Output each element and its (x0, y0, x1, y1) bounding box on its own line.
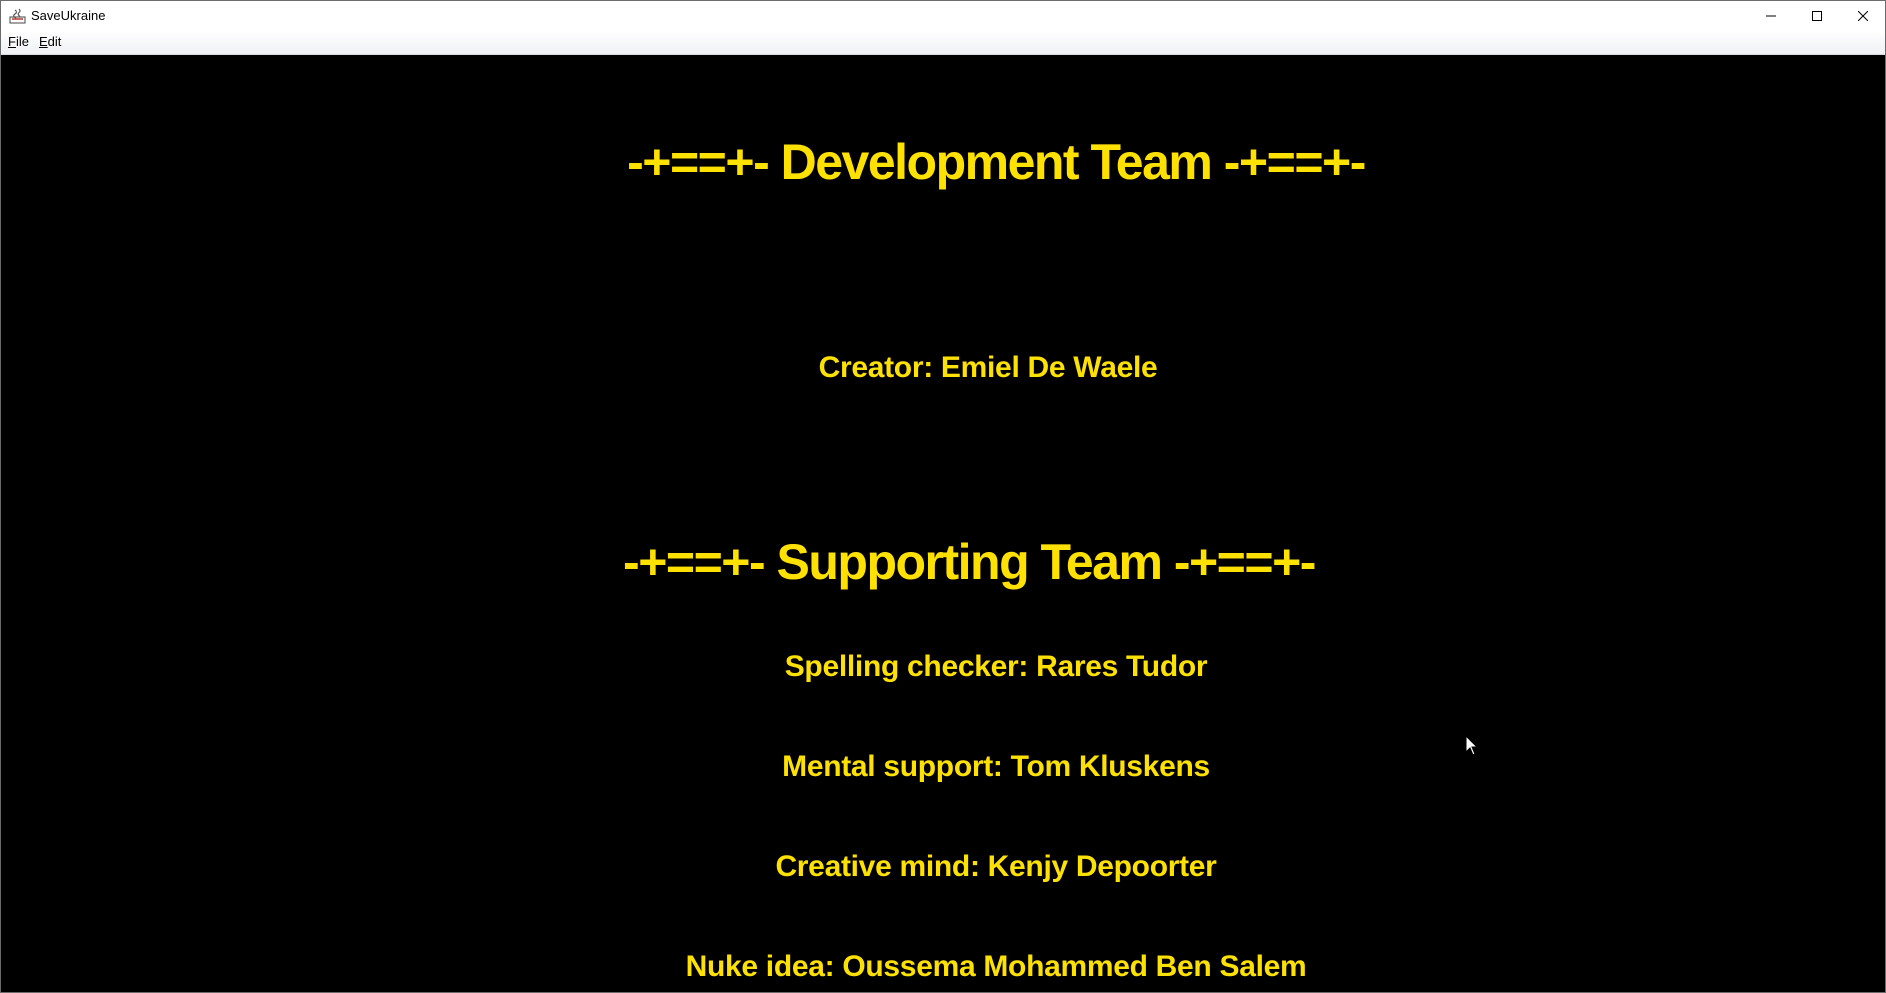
window-title: SaveUkraine (31, 8, 106, 23)
java-app-icon (9, 8, 26, 24)
minimize-icon (1766, 15, 1776, 17)
menu-edit[interactable]: Edit (37, 34, 63, 50)
menu-file[interactable]: File (6, 34, 31, 50)
creator-credit: Creator: Emiel De Waele (818, 351, 1158, 384)
menu-edit-label: dit (47, 34, 62, 49)
development-team-heading: -+==+- Development Team -+==+- (627, 134, 1366, 190)
creative-mind-credit: Creative mind: Kenjy Depoorter (775, 850, 1217, 883)
maximize-button[interactable] (1794, 1, 1840, 31)
maximize-icon (1812, 11, 1822, 21)
menu-bar: File Edit (1, 31, 1885, 55)
title-bar[interactable]: SaveUkraine (1, 1, 1885, 31)
credits-canvas[interactable]: -+==+- Development Team -+==+- Creator: … (1, 55, 1885, 992)
close-button[interactable] (1840, 1, 1885, 31)
menu-file-mnemonic: F (8, 34, 16, 49)
menu-file-label: ile (15, 34, 29, 49)
nuke-idea-credit: Nuke idea: Oussema Mohammed Ben Salem (685, 950, 1307, 983)
menu-edit-mnemonic: E (39, 34, 48, 49)
minimize-button[interactable] (1748, 1, 1794, 31)
app-window: SaveUkraine File Edit -+==+- Development… (0, 0, 1886, 993)
supporting-team-heading: -+==+- Supporting Team -+==+- (623, 534, 1316, 590)
close-icon (1858, 11, 1868, 21)
spelling-checker-credit: Spelling checker: Rares Tudor (784, 650, 1208, 683)
mouse-pointer-icon (1465, 735, 1479, 756)
mental-support-credit: Mental support: Tom Kluskens (782, 750, 1210, 783)
